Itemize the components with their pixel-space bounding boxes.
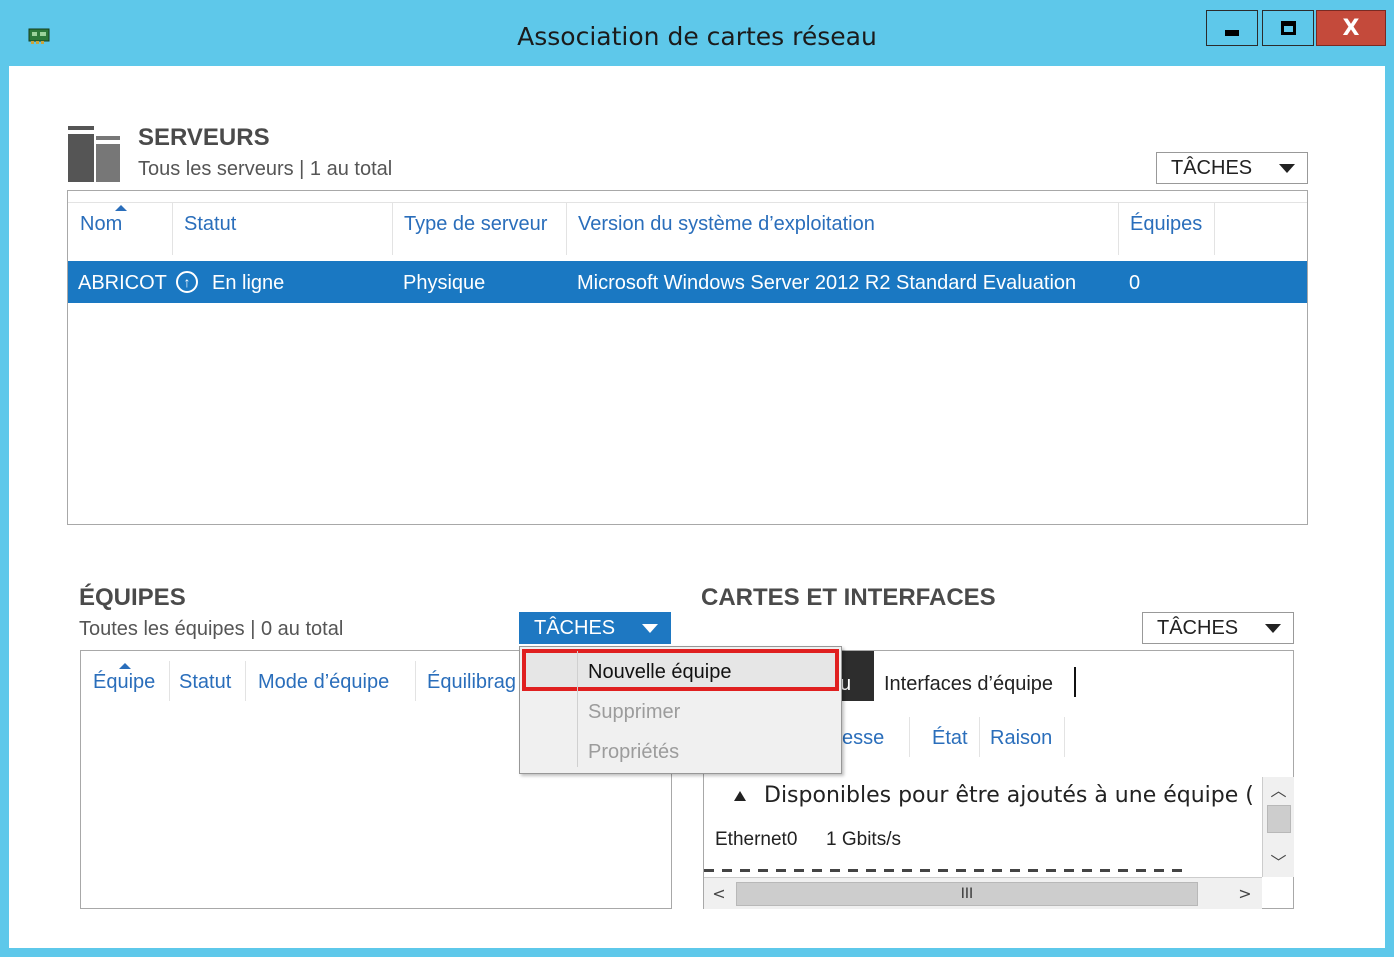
servers-subtitle: Tous les serveurs | 1 au total bbox=[138, 158, 393, 180]
scroll-thumb-horizontal[interactable]: III bbox=[736, 882, 1198, 906]
maximize-icon bbox=[1280, 21, 1296, 35]
adapter-speed: 1 Gbits/s bbox=[826, 829, 901, 850]
servers-tasks-button[interactable]: TÂCHES bbox=[1156, 152, 1308, 184]
server-teams: 0 bbox=[1129, 272, 1141, 294]
server-type: Physique bbox=[403, 272, 486, 294]
scroll-left-icon[interactable]: < bbox=[704, 878, 734, 909]
scroll-thumb[interactable] bbox=[1267, 805, 1291, 833]
column-server-type[interactable]: Type de serveur bbox=[404, 213, 547, 236]
tab-team-interfaces[interactable]: Interfaces d’équipe bbox=[884, 673, 1053, 696]
teams-subtitle: Toutes les équipes | 0 au total bbox=[79, 618, 344, 640]
close-button[interactable]: X bbox=[1316, 10, 1386, 46]
scroll-up-icon[interactable]: ︿ bbox=[1263, 777, 1294, 801]
minimize-icon bbox=[1225, 30, 1239, 36]
scroll-right-icon[interactable]: > bbox=[1230, 878, 1260, 909]
vertical-scrollbar[interactable]: ︿ ﹀ bbox=[1262, 777, 1294, 877]
column-name[interactable]: Nom bbox=[80, 213, 122, 236]
column-state[interactable]: État bbox=[932, 727, 968, 750]
column-team-status[interactable]: Statut bbox=[179, 671, 231, 694]
client-area: SERVEURS Tous les serveurs | 1 au total … bbox=[9, 66, 1385, 948]
collapse-triangle-icon[interactable] bbox=[734, 791, 746, 801]
column-team[interactable]: Équipe bbox=[93, 671, 155, 694]
chevron-down-icon bbox=[1265, 624, 1281, 633]
minimize-button[interactable] bbox=[1206, 10, 1258, 46]
server-status: En ligne bbox=[212, 272, 285, 294]
server-os: Microsoft Windows Server 2012 R2 Standar… bbox=[577, 272, 1077, 294]
tasks-label: TÂCHES bbox=[1157, 616, 1239, 639]
tasks-dropdown-menu: Nouvelle équipe Supprimer Propriétés bbox=[519, 646, 842, 774]
column-teams[interactable]: Équipes bbox=[1130, 213, 1202, 236]
menu-item-delete[interactable]: Supprimer bbox=[588, 701, 680, 724]
tasks-label: TÂCHES bbox=[534, 616, 616, 639]
column-status[interactable]: Statut bbox=[184, 213, 236, 236]
sort-ascending-icon bbox=[119, 663, 131, 669]
table-row[interactable]: ABRICOT ↑ En ligne Physique Microsoft Wi… bbox=[68, 261, 1307, 303]
server-name: ABRICOT bbox=[78, 272, 167, 294]
chevron-down-icon bbox=[1279, 164, 1295, 173]
scroll-down-icon[interactable]: ﹀ bbox=[1263, 849, 1294, 873]
sort-ascending-icon bbox=[115, 205, 127, 211]
window-title: Association de cartes réseau bbox=[517, 22, 877, 51]
clipped-row bbox=[704, 869, 1184, 872]
title-bar[interactable]: Association de cartes réseau X bbox=[0, 0, 1394, 66]
grip-icon: III bbox=[960, 886, 974, 902]
adapters-tasks-button[interactable]: TÂCHES bbox=[1142, 612, 1294, 644]
chevron-down-icon bbox=[642, 624, 658, 633]
teams-tasks-button[interactable]: TÂCHES bbox=[519, 612, 671, 644]
available-group-label: Disponibles pour être ajoutés à une équi… bbox=[764, 783, 1254, 808]
close-icon: X bbox=[1342, 15, 1360, 41]
teams-title: ÉQUIPES bbox=[79, 584, 186, 611]
adapter-name: Ethernet0 bbox=[715, 829, 798, 850]
horizontal-scrollbar[interactable]: < III > bbox=[704, 877, 1262, 909]
app-window: Association de cartes réseau X SERVEURS … bbox=[0, 0, 1394, 957]
column-load-balancing[interactable]: Équilibrag bbox=[427, 671, 516, 694]
maximize-button[interactable] bbox=[1262, 10, 1314, 46]
online-arrow-up-icon: ↑ bbox=[176, 271, 198, 293]
menu-item-properties[interactable]: Propriétés bbox=[588, 741, 679, 764]
column-team-mode[interactable]: Mode d’équipe bbox=[258, 671, 389, 694]
column-os-version[interactable]: Version du système d’exploitation bbox=[578, 213, 875, 236]
servers-title: SERVEURS bbox=[138, 124, 270, 151]
servers-table: Nom Statut Type de serveur Version du sy… bbox=[67, 190, 1308, 525]
servers-icon bbox=[68, 126, 120, 182]
tasks-label: TÂCHES bbox=[1171, 156, 1253, 179]
column-reason[interactable]: Raison bbox=[990, 727, 1052, 750]
tab-divider bbox=[1074, 667, 1076, 697]
adapters-title: CARTES ET INTERFACES bbox=[701, 584, 996, 611]
menu-item-new-team[interactable]: Nouvelle équipe bbox=[588, 661, 731, 684]
